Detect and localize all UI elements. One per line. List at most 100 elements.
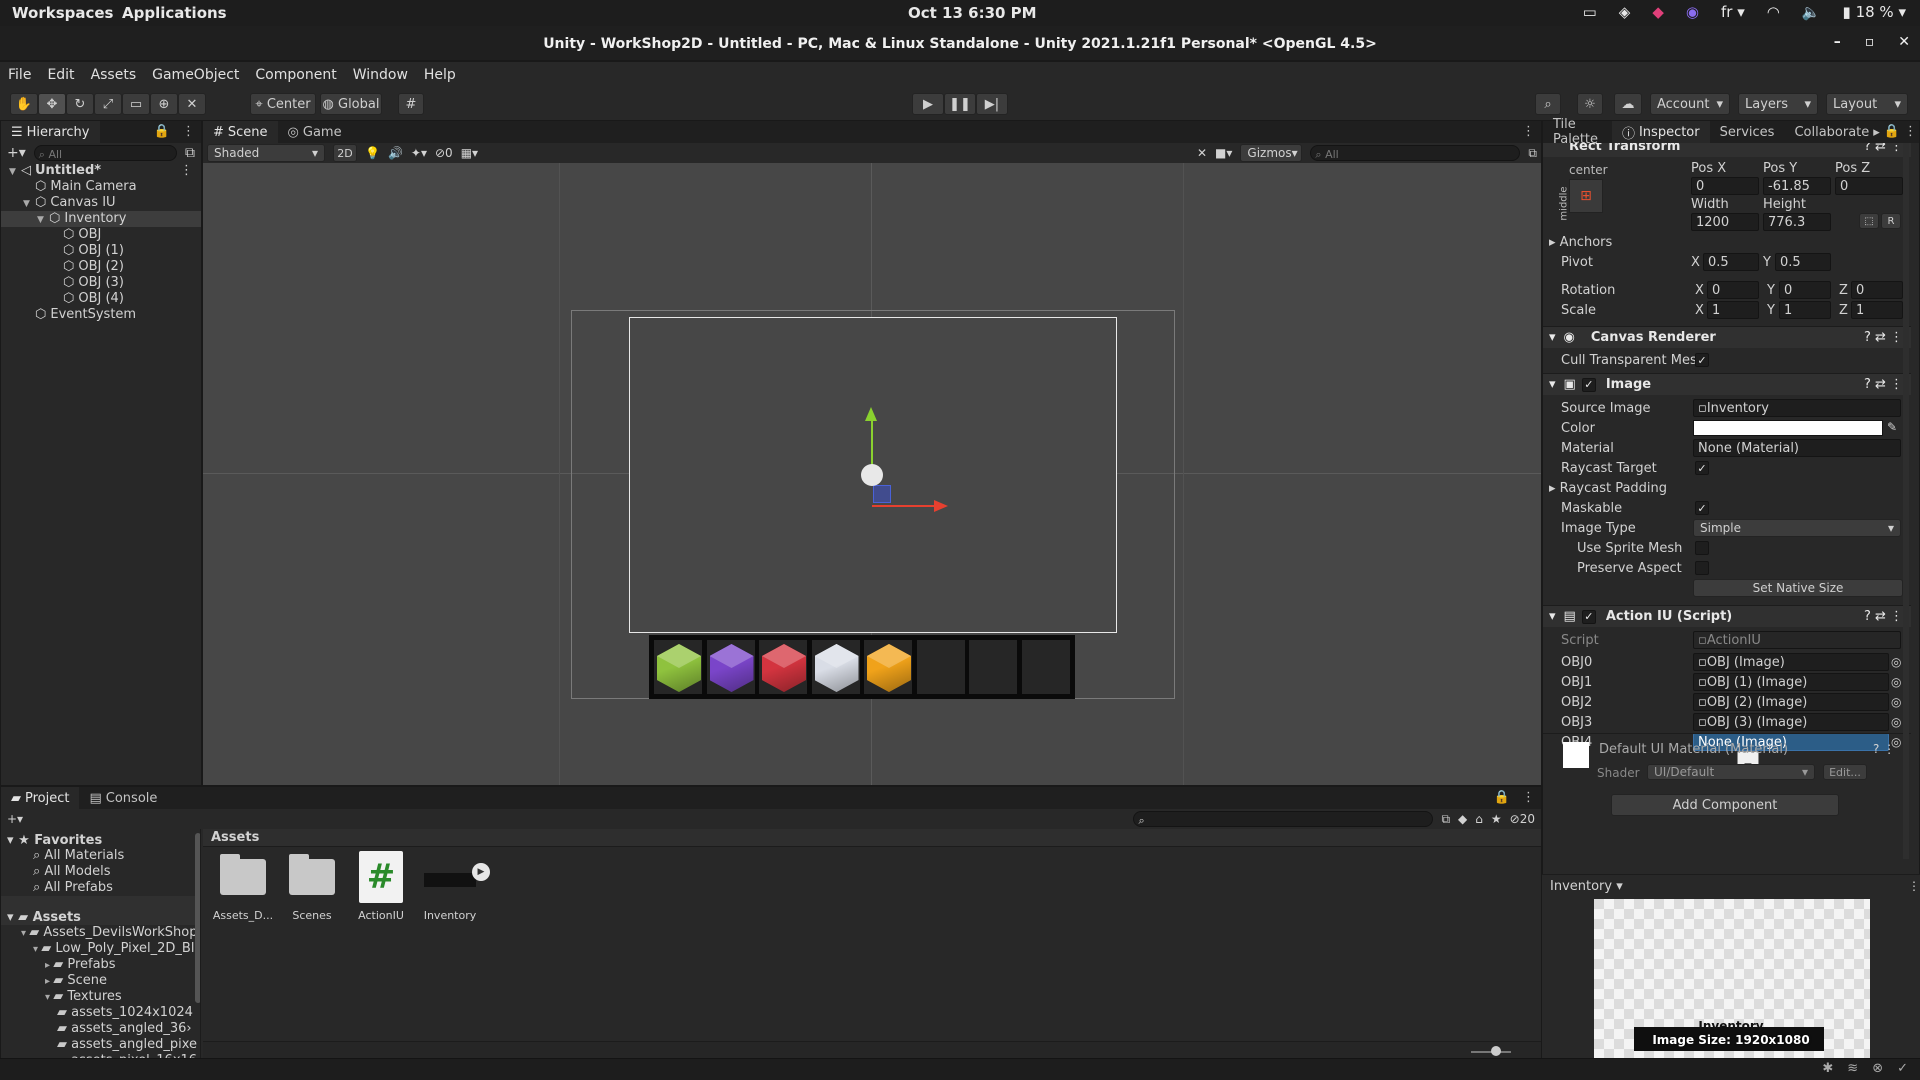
tab-inspector[interactable]: ⓘ Inspector [1611, 121, 1710, 143]
color-swatch[interactable] [1693, 420, 1883, 436]
search-icon[interactable]: ⌕ [1535, 93, 1561, 115]
image-enabled-checkbox[interactable]: ✓ [1581, 377, 1596, 392]
component-menu-icon[interactable]: ? ⇄ ⋮ [1864, 330, 1903, 345]
asset-folder-item[interactable]: ▸ ▰ Prefabs [1, 957, 200, 973]
asset-folder-item[interactable]: ▰ assets_1024x1024 [1, 1005, 200, 1021]
account-dropdown[interactable]: Account ▾ [1650, 93, 1730, 115]
use-sprite-mesh-checkbox[interactable] [1695, 541, 1709, 555]
shading-dropdown[interactable]: Shaded ▾ [207, 144, 325, 162]
component-menu-icon[interactable]: ? ⇄ ⋮ [1864, 143, 1903, 154]
lock-icon[interactable]: 🔒 [1488, 787, 1516, 809]
favorites-item[interactable]: ⌕ All Models [1, 864, 200, 880]
tab-hierarchy[interactable]: ☰ Hierarchy [1, 121, 100, 143]
network-icon[interactable]: ⊗ [1872, 1061, 1883, 1076]
inventory-slot[interactable] [915, 639, 966, 695]
folder-tree-scrollbar[interactable] [195, 833, 200, 1003]
project-search-input[interactable]: ⌕ [1133, 811, 1434, 827]
action-iu-header[interactable]: ▾ ▤ ✓ Action IU (Script) ? ⇄ ⋮ [1543, 605, 1911, 627]
blueprint-mode-icon[interactable]: ⬚ [1859, 213, 1879, 229]
discord-icon[interactable]: ◉ [1686, 3, 1699, 21]
assets-foldout[interactable]: ▾ ▰ Assets [1, 896, 200, 925]
object-picker-icon[interactable]: ◎ [1891, 675, 1901, 689]
image-component-header[interactable]: ▾ ▣ ✓ Image ? ⇄ ⋮ [1543, 373, 1911, 395]
preserve-aspect-checkbox[interactable] [1695, 561, 1709, 575]
hierarchy-search-input[interactable]: ⌕ All [33, 145, 177, 161]
tag-icon[interactable]: ⌂ [1475, 812, 1483, 826]
height-field[interactable]: 776.3 [1763, 213, 1831, 231]
icon-size-slider-thumb[interactable] [1491, 1046, 1501, 1056]
tab-services[interactable]: Services [1710, 121, 1785, 143]
hierarchy-item[interactable]: ⬡ Main Camera [1, 179, 201, 195]
custom-tool-icon[interactable]: ✕ [178, 93, 206, 115]
lighting-icon[interactable]: 💡 [365, 146, 380, 160]
cull-transparent-checkbox[interactable]: ✓ [1695, 353, 1709, 367]
tab-scene[interactable]: # Scene [203, 121, 278, 143]
clock[interactable]: Oct 13 6:30 PM [908, 4, 1037, 22]
layout-dropdown[interactable]: Layout ▾ [1826, 93, 1908, 115]
rect-transform-header[interactable]: Rect Transform ? ⇄ ⋮ [1543, 143, 1911, 157]
inventory-slot[interactable] [863, 639, 913, 695]
inventory-slot[interactable] [705, 639, 756, 695]
more-menu-icon[interactable]: ⋮ [176, 121, 201, 143]
pos-x-field[interactable]: 0 [1691, 177, 1759, 195]
scene-visibility-icon[interactable]: ⧉ [185, 145, 195, 161]
rotation-z-field[interactable]: 0 [1851, 281, 1903, 299]
more-menu-icon[interactable]: ⋮ [180, 163, 193, 179]
services-icon[interactable]: ☼ [1577, 93, 1603, 115]
scene-search-options-icon[interactable]: ⧉ [1528, 146, 1537, 161]
scale-tool-icon[interactable]: ⤢ [94, 93, 122, 115]
battery-indicator[interactable]: ▮ 18 % ▾ [1843, 3, 1906, 21]
canvas-renderer-header[interactable]: ▾ ◉ Canvas Renderer ? ⇄ ⋮ [1543, 326, 1911, 348]
favorites-item[interactable]: ⌕ All Prefabs [1, 880, 200, 896]
preview-name-dropdown[interactable]: Inventory ▾ [1550, 879, 1623, 894]
breadcrumb[interactable]: Assets [211, 830, 259, 845]
search-by-label-icon[interactable]: ◆ [1458, 812, 1467, 826]
asset-folder-item[interactable]: ▾ ▰ Textures [1, 989, 200, 1005]
layers-status-icon[interactable]: ≋ [1847, 1061, 1858, 1076]
language-indicator[interactable]: fr ▾ [1721, 3, 1745, 21]
more-menu-icon[interactable]: ⋮ [1516, 121, 1541, 143]
tab-project[interactable]: ▰ Project [1, 787, 80, 809]
action-obj-field[interactable]: ▫OBJ (3) (Image) [1693, 713, 1889, 731]
more-menu-icon[interactable]: ⋮ [1902, 121, 1919, 143]
gizmo-x-arrow-icon[interactable] [934, 500, 948, 512]
maskable-checkbox[interactable]: ✓ [1695, 501, 1709, 515]
pause-icon[interactable]: ❚❚ [944, 93, 976, 115]
material-field[interactable]: None (Material) [1693, 439, 1901, 457]
shader-dropdown[interactable]: UI/Default ▾ [1647, 764, 1815, 780]
asset-item[interactable]: # ActionIU [349, 851, 413, 951]
object-picker-icon[interactable]: ◎ [1891, 695, 1901, 709]
hidden-packages-toggle[interactable]: ⊘20 [1510, 812, 1535, 826]
pos-z-field[interactable]: 0 [1835, 177, 1903, 195]
rotate-tool-icon[interactable]: ↻ [66, 93, 94, 115]
image-type-dropdown[interactable]: Simple ▾ [1693, 519, 1901, 537]
more-menu-icon[interactable]: ⋮ [1516, 787, 1541, 809]
lock-icon[interactable]: 🔒 [148, 121, 176, 143]
chevron-icon[interactable]: ▸ [45, 960, 53, 971]
set-native-size-button[interactable]: Set Native Size [1693, 579, 1903, 597]
play-icon[interactable]: ▶ [912, 93, 944, 115]
asset-folder-item[interactable]: ▰ assets_angled_36› [1, 1021, 200, 1037]
workspaces-menu[interactable]: Workspaces [12, 4, 113, 22]
hierarchy-item[interactable]: ▼ ⬡ Inventory [1, 211, 201, 227]
action-obj-field[interactable]: ▫OBJ (Image) [1693, 653, 1889, 671]
component-menu-icon[interactable]: ? ⋮ [1873, 742, 1895, 756]
inspector-scrollbar[interactable] [1903, 143, 1909, 859]
step-icon[interactable]: ▶| [976, 93, 1008, 115]
object-picker-icon[interactable]: ◎ [1891, 715, 1901, 729]
menu-component[interactable]: Component [247, 67, 344, 83]
shader-edit-button[interactable]: Edit... [1823, 764, 1867, 780]
hidden-objects-toggle[interactable]: ⊘0 [435, 146, 453, 160]
wifi-icon[interactable]: ◠ [1767, 3, 1780, 21]
asset-folder-item[interactable]: ▾ ▰ Low_Poly_Pixel_2D_Blo [1, 941, 200, 957]
favorites-foldout[interactable]: ▾ ★ Favorites [1, 829, 200, 848]
cloud-icon[interactable]: ☁ [1614, 93, 1642, 115]
rect-tool-icon[interactable]: ▭ [122, 93, 150, 115]
chevron-icon[interactable]: ▸ [45, 976, 53, 987]
inventory-slot[interactable] [758, 639, 808, 695]
anchors-foldout[interactable]: ▸ Anchors [1549, 235, 1612, 250]
move-tool-icon[interactable]: ✥ [38, 93, 66, 115]
hierarchy-item[interactable]: ▼ ⬡ Canvas IU [1, 195, 201, 211]
chevron-icon[interactable]: ▾ [45, 992, 53, 1003]
rotation-x-field[interactable]: 0 [1707, 281, 1759, 299]
